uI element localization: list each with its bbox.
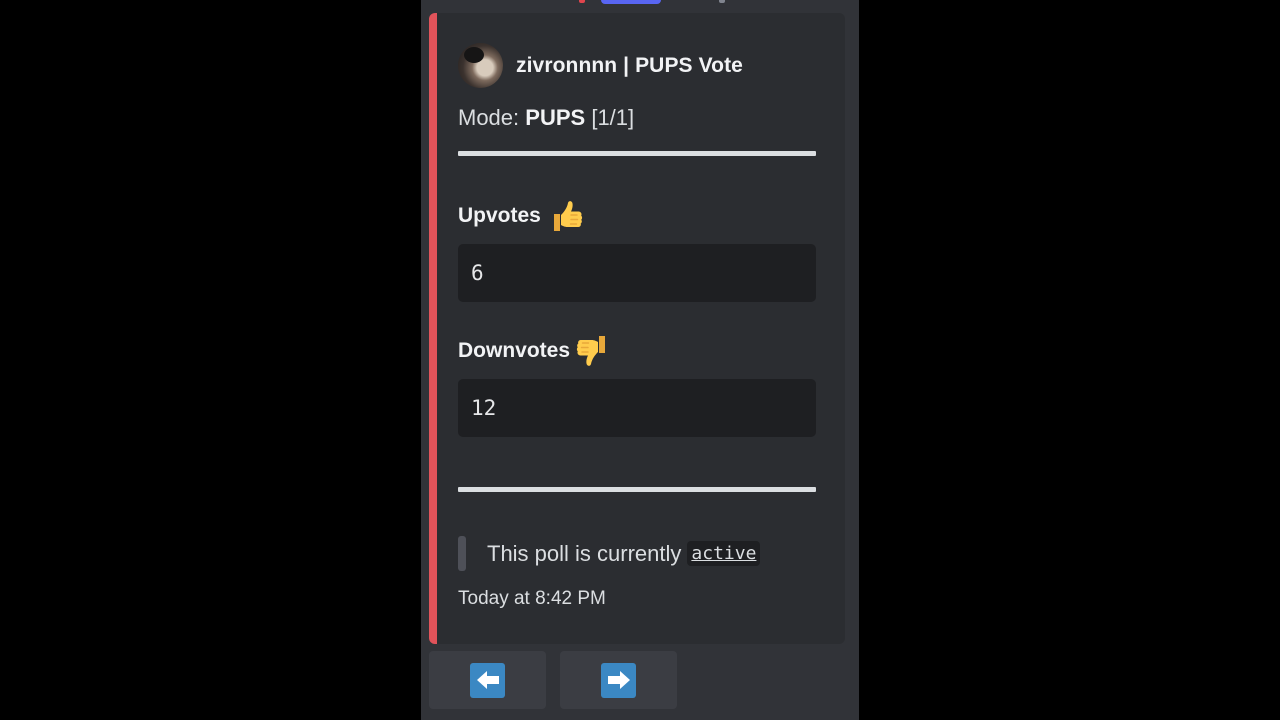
upvotes-value: 6: [471, 261, 484, 285]
upvotes-label: Upvotes: [458, 204, 541, 227]
embed-author: zivronnnn | PUPS Vote: [458, 43, 743, 88]
downvotes-value-box: 12: [458, 379, 816, 437]
status-code: active: [687, 541, 761, 566]
author-name[interactable]: zivronnnn | PUPS Vote: [516, 54, 743, 78]
downvotes-field-name: Downvotes: [458, 333, 612, 369]
upvotes-field-name: Upvotes: [458, 198, 583, 234]
right-arrow-icon: [601, 662, 636, 698]
blockquote-bar: [458, 536, 466, 571]
divider-bottom: [458, 487, 816, 492]
author-avatar[interactable]: [458, 43, 503, 88]
next-page-button[interactable]: [560, 651, 677, 709]
downvotes-value: 12: [471, 396, 497, 420]
left-arrow-icon: [470, 662, 505, 698]
mode-label: Mode:: [458, 105, 520, 130]
mode-value: PUPS: [525, 105, 586, 130]
thumbs-up-icon: [553, 201, 582, 231]
mode-line: Mode: PUPS [1/1]: [458, 105, 634, 131]
mode-page: [1/1]: [591, 105, 635, 130]
top-blurple-pill[interactable]: [601, 0, 661, 4]
status-blockquote: This poll is currently active: [458, 536, 761, 571]
embed-timestamp: Today at 8:42 PM: [458, 588, 606, 609]
previous-page-button[interactable]: [429, 651, 546, 709]
thumbs-down-icon: [576, 336, 606, 366]
downvotes-label: Downvotes: [458, 339, 571, 362]
discord-chat-view: zivronnnn | PUPS Vote Mode: PUPS [1/1] U…: [421, 0, 859, 720]
top-strip: [421, 0, 859, 6]
top-red-mark: [579, 0, 585, 3]
upvotes-value-box: 6: [458, 244, 816, 302]
poll-embed: zivronnnn | PUPS Vote Mode: PUPS [1/1] U…: [429, 13, 845, 644]
top-grey-mark: [719, 0, 725, 3]
status-text: This poll is currently: [487, 540, 682, 566]
divider-top: [458, 151, 816, 156]
embed-accent-bar: [429, 13, 437, 644]
